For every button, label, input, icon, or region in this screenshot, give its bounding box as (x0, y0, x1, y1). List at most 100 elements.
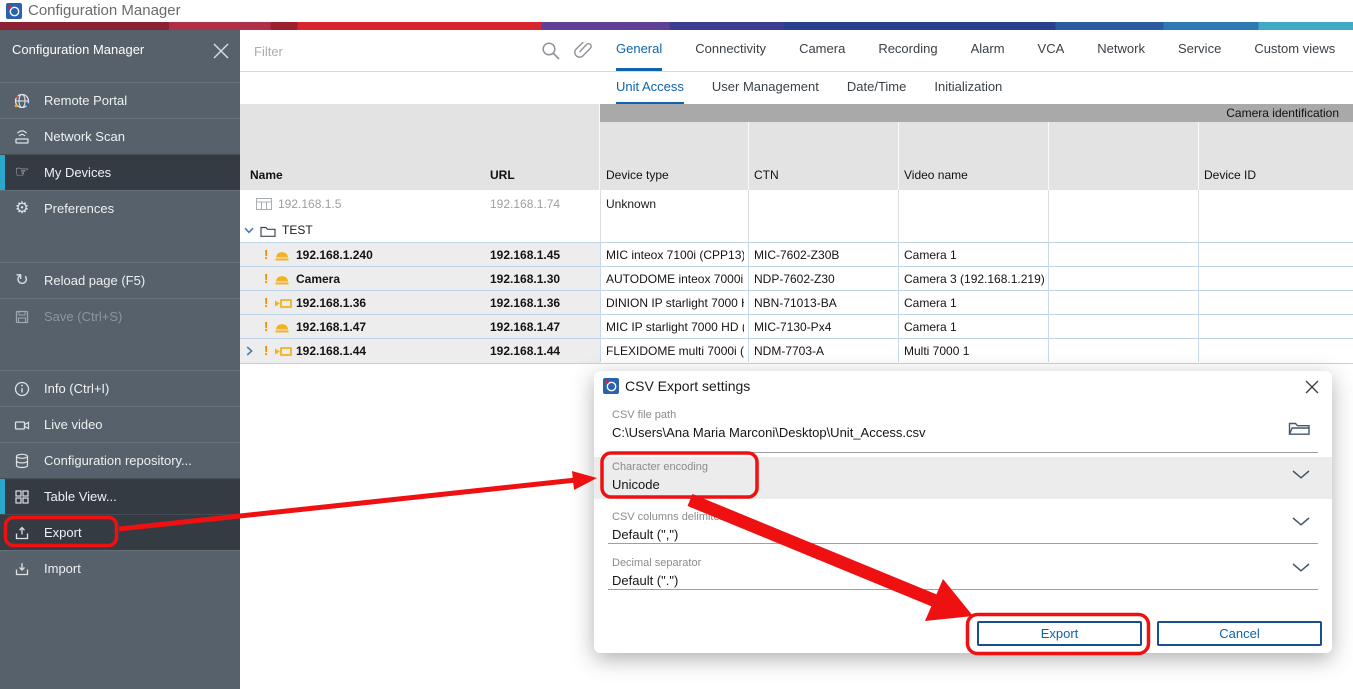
sidebar-item-preferences[interactable]: ⚙ Preferences (0, 190, 240, 226)
grid-line (898, 242, 899, 362)
grid-line (1048, 242, 1049, 362)
tab-recording[interactable]: Recording (878, 30, 937, 71)
sidebar-item-label: Live video (44, 407, 103, 442)
box-camera-icon (274, 297, 292, 310)
table-row[interactable]: 192.168.1.5 192.168.1.74 Unknown (240, 190, 1353, 218)
dialog-title: CSV Export settings (625, 378, 750, 394)
tab-service[interactable]: Service (1178, 30, 1221, 71)
decimal-separator-label: Decimal separator (612, 557, 701, 569)
chevron-down-icon[interactable] (1292, 517, 1310, 527)
box-camera-icon (274, 345, 292, 358)
cell-device-type: Unknown (606, 192, 656, 216)
cell-video-name: Camera 1 (904, 315, 957, 339)
network-scan-icon (13, 128, 31, 146)
import-icon (13, 560, 31, 578)
csv-delimiter-value[interactable]: Default (",") (612, 527, 678, 542)
warning-icon: ! (264, 243, 268, 267)
app-logo-icon (6, 3, 22, 19)
sidebar-item-label: Info (Ctrl+I) (44, 371, 109, 406)
csv-file-path-label: CSV file path (612, 409, 676, 421)
chevron-down-icon[interactable] (1292, 563, 1310, 573)
sidebar-item-export[interactable]: Export (0, 514, 240, 550)
subtab-date-time[interactable]: Date/Time (847, 72, 906, 105)
column-separator (1048, 122, 1049, 190)
cell-url: 192.168.1.74 (490, 192, 560, 216)
table-row[interactable]: ! 192.168.1.36 192.168.1.36 DINION IP st… (240, 290, 1353, 315)
sidebar-item-my-devices[interactable]: ☞ My Devices (0, 154, 240, 190)
tab-connectivity[interactable]: Connectivity (695, 30, 766, 71)
export-button[interactable]: Export (977, 621, 1142, 646)
character-encoding-value[interactable]: Unicode (612, 477, 660, 492)
tab-vca[interactable]: VCA (1038, 30, 1065, 71)
tab-network[interactable]: Network (1097, 30, 1145, 71)
tab-custom-views[interactable]: Custom views (1254, 30, 1335, 71)
column-separator (898, 122, 899, 190)
tab-general[interactable]: General (616, 30, 662, 71)
warning-icon: ! (264, 339, 268, 363)
info-icon (13, 380, 31, 398)
cell-device-type: FLEXIDOME multi 7000i (... (606, 339, 744, 363)
chevron-down-icon[interactable] (1292, 470, 1310, 480)
cell-ctn: NDP-7602-Z30 (754, 267, 835, 291)
sidebar-item-reload-page[interactable]: ↻ Reload page (F5) (0, 262, 240, 298)
table-row[interactable]: ! Camera 192.168.1.30 AUTODOME inteox 70… (240, 266, 1353, 291)
column-header-video-name[interactable]: Video name (904, 168, 968, 182)
column-header-name[interactable]: Name (250, 168, 283, 182)
column-separator (1198, 122, 1199, 190)
browse-folder-icon[interactable] (1288, 419, 1311, 436)
sidebar-item-label: My Devices (44, 155, 111, 190)
search-icon[interactable] (540, 40, 562, 62)
sidebar-item-table-view[interactable]: Table View... (0, 478, 240, 514)
cancel-button[interactable]: Cancel (1157, 621, 1322, 646)
sidebar-item-network-scan[interactable]: Network Scan (0, 118, 240, 154)
cell-name: 192.168.1.5 (278, 192, 341, 216)
subtab-user-management[interactable]: User Management (712, 72, 819, 105)
subtab-unit-access[interactable]: Unit Access (616, 72, 684, 105)
sidebar-item-info[interactable]: Info (Ctrl+I) (0, 370, 240, 406)
sub-tabs: Unit Access User Management Date/Time In… (616, 72, 1002, 105)
column-header-device-type[interactable]: Device type (606, 168, 669, 182)
column-separator (748, 122, 749, 190)
sidebar-close-icon[interactable] (212, 42, 230, 60)
cell-name: TEST (282, 218, 313, 242)
sidebar-item-save[interactable]: Save (Ctrl+S) (0, 298, 240, 334)
window-title: Configuration Manager (28, 2, 181, 19)
dialog-app-icon (603, 378, 619, 394)
sidebar-item-remote-portal[interactable]: Remote Portal (0, 82, 240, 118)
cell-device-type: MIC IP starlight 7000 HD (... (606, 315, 744, 339)
cell-url: 192.168.1.30 (490, 267, 560, 291)
globe-icon (13, 92, 31, 110)
subtab-initialization[interactable]: Initialization (934, 72, 1002, 105)
chevron-right-icon[interactable] (246, 346, 253, 356)
cell-name: 192.168.1.240 (296, 243, 373, 267)
sidebar-item-label: Import (44, 551, 81, 586)
tab-alarm[interactable]: Alarm (971, 30, 1005, 71)
sidebar-item-label: Network Scan (44, 119, 125, 154)
table-row[interactable]: ! 192.168.1.44 192.168.1.44 FLEXIDOME mu… (240, 338, 1353, 364)
dialog-close-icon[interactable] (1304, 379, 1320, 395)
sidebar-item-live-video[interactable]: Live video (0, 406, 240, 442)
table-row[interactable]: ! 192.168.1.240 192.168.1.45 MIC inteox … (240, 242, 1353, 267)
export-icon (13, 524, 31, 542)
sidebar-item-configuration-repository[interactable]: Configuration repository... (0, 442, 240, 478)
decimal-separator-value[interactable]: Default (".") (612, 573, 678, 588)
column-header-url[interactable]: URL (490, 168, 515, 182)
sidebar-title: Configuration Manager (12, 42, 144, 57)
table-row-folder[interactable]: TEST (240, 218, 1353, 242)
cell-ctn: MIC-7602-Z30B (754, 243, 839, 267)
chevron-down-icon[interactable] (244, 227, 254, 234)
column-header-ctn[interactable]: CTN (754, 168, 779, 182)
tab-camera[interactable]: Camera (799, 30, 845, 71)
cell-name: 192.168.1.44 (296, 339, 366, 363)
cell-name: 192.168.1.47 (296, 315, 366, 339)
table-group-header: Camera identification (600, 104, 1353, 122)
filter-input[interactable] (252, 38, 506, 64)
paperclip-icon[interactable] (574, 40, 594, 62)
table-row[interactable]: ! 192.168.1.47 192.168.1.47 MIC IP starl… (240, 314, 1353, 339)
grid-line (1198, 242, 1199, 362)
sidebar: Configuration Manager Remote Portal Netw… (0, 30, 240, 689)
sidebar-item-import[interactable]: Import (0, 550, 240, 586)
column-header-device-id[interactable]: Device ID (1204, 168, 1256, 182)
csv-file-path-value[interactable]: C:\Users\Ana Maria Marconi\Desktop\Unit_… (612, 425, 926, 440)
cell-video-name: Multi 7000 1 (904, 339, 969, 363)
